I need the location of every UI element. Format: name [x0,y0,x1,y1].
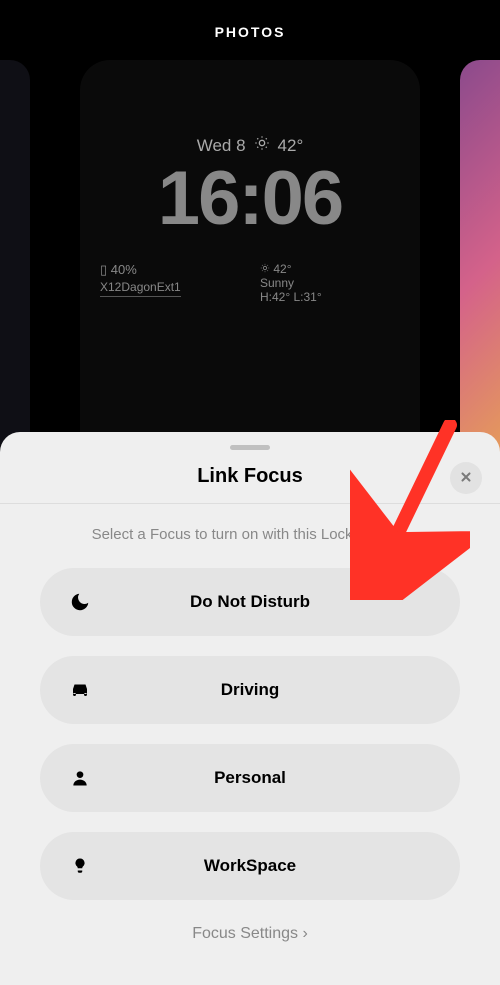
sheet-header: Link Focus [0,460,500,504]
weather-condition: Sunny [260,276,400,290]
focus-label: Do Not Disturb [40,592,460,612]
close-icon [459,468,473,489]
sheet-title: Link Focus [0,465,500,488]
sun-small-icon [260,262,273,276]
adjacent-lockscreen-right[interactable] [460,60,500,490]
lockscreen-time: 16:06 [100,161,400,237]
battery-icon: ▯ [100,262,107,277]
settings-label: Focus Settings [192,925,298,942]
lockscreen-date: Wed 8 [197,136,246,156]
focus-workspace[interactable]: WorkSpace [40,832,460,900]
weather-widget: 42° Sunny H:42° L:31° [240,262,400,304]
focus-label: WorkSpace [40,856,460,876]
wifi-name: X12DagonExt1 [100,280,181,297]
adjacent-lockscreen-left[interactable] [0,60,30,490]
focus-label: Personal [40,768,460,788]
close-button[interactable] [450,462,482,494]
weather-temp: 42° [273,262,291,276]
focus-settings-link[interactable]: Focus Settings › [0,925,500,943]
focus-do-not-disturb[interactable]: Do Not Disturb [40,568,460,636]
sheet-grabber[interactable] [230,445,270,450]
focus-driving[interactable]: Driving [40,656,460,724]
focus-list: Do Not Disturb Driving Personal WorkSpac… [0,568,500,900]
photos-header: PHOTOS [0,24,500,40]
battery-percent: 40% [111,262,137,277]
lockscreen-preview-card[interactable]: Wed 8 42° 16:06 ▯ 40% X12DagonExt1 42° S… [80,60,420,490]
sheet-subtitle: Select a Focus to turn on with this Lock… [0,504,500,568]
lockscreen-date-row: Wed 8 42° [100,135,400,156]
battery-widget: ▯ 40% X12DagonExt1 [100,262,240,304]
sun-icon [254,135,270,156]
focus-personal[interactable]: Personal [40,744,460,812]
lockscreen-date-temp: 42° [278,136,304,156]
weather-hilo: H:42° L:31° [260,290,400,304]
lockscreen-widgets: ▯ 40% X12DagonExt1 42° Sunny H:42° L:31° [100,262,400,304]
focus-label: Driving [40,680,460,700]
chevron-right-icon: › [302,925,307,942]
link-focus-sheet: Link Focus Select a Focus to turn on wit… [0,432,500,985]
